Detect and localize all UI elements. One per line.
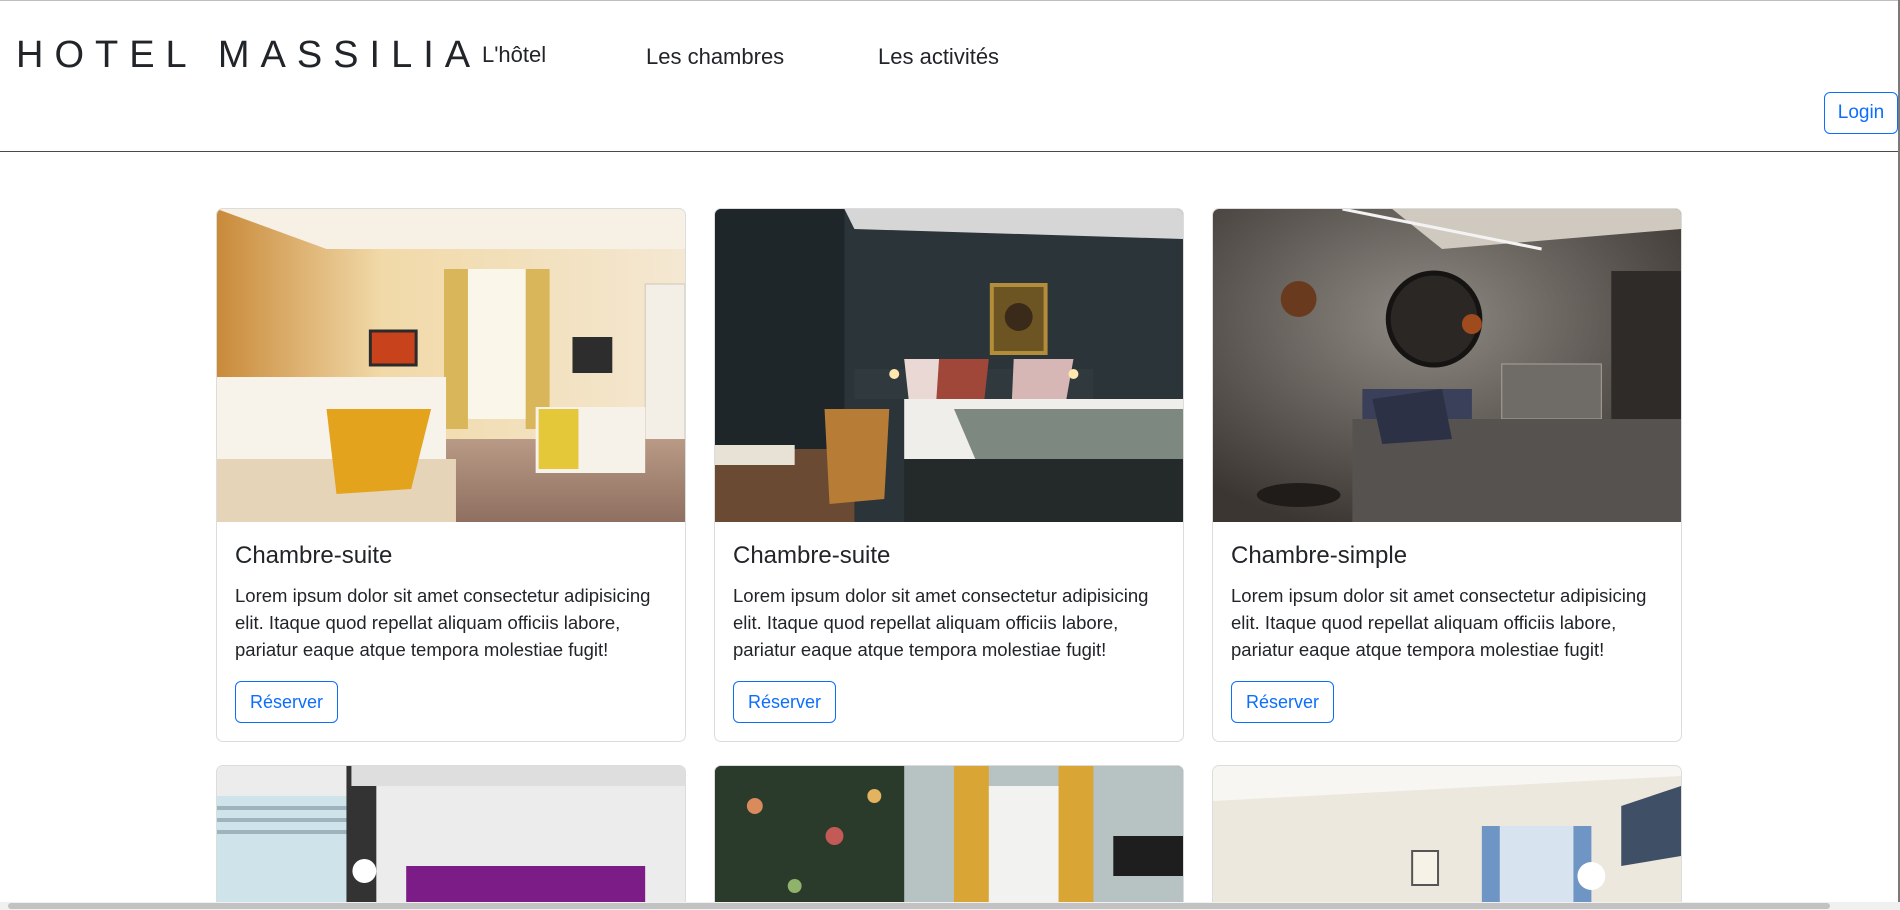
room-photo-5 [715, 766, 1183, 910]
room-photo-4 [217, 766, 685, 910]
room-description: Lorem ipsum dolor sit amet consectetur a… [733, 585, 1149, 660]
horizontal-scrollbar[interactable] [0, 902, 1900, 910]
room-card [714, 765, 1184, 910]
room-description: Lorem ipsum dolor sit amet consectetur a… [235, 585, 651, 660]
room-photo-2 [715, 209, 1183, 522]
room-card: Chambre-simple Lorem ipsum dolor sit ame… [1212, 208, 1682, 742]
nav-link-chambres[interactable]: Les chambres [646, 44, 784, 70]
room-card: Chambre-suite Lorem ipsum dolor sit amet… [216, 208, 686, 742]
room-photo-1 [217, 209, 685, 522]
room-card [216, 765, 686, 910]
nav-link-activites[interactable]: Les activités [878, 44, 999, 70]
room-photo-3 [1213, 209, 1681, 522]
reserve-button[interactable]: Réserver [235, 681, 339, 723]
reserve-button[interactable]: Réserver [733, 681, 837, 723]
login-button[interactable]: Login [1824, 92, 1898, 134]
reserve-button[interactable]: Réserver [1231, 681, 1335, 723]
room-card: Chambre-suite Lorem ipsum dolor sit amet… [714, 208, 1184, 742]
room-title: Chambre-suite [733, 542, 891, 569]
room-title: Chambre-simple [1231, 542, 1408, 569]
navbar: HOTEL MASSILIA L'hôtel Les chambres Les … [0, 0, 1900, 152]
brand-logo[interactable]: HOTEL MASSILIA [16, 34, 481, 77]
room-photo-6 [1213, 766, 1681, 910]
nav-link-hotel[interactable]: L'hôtel [482, 42, 546, 68]
scrollbar-thumb[interactable] [8, 903, 1830, 909]
room-card [1212, 765, 1682, 910]
room-description: Lorem ipsum dolor sit amet consectetur a… [1231, 585, 1647, 660]
room-title: Chambre-suite [235, 542, 393, 569]
